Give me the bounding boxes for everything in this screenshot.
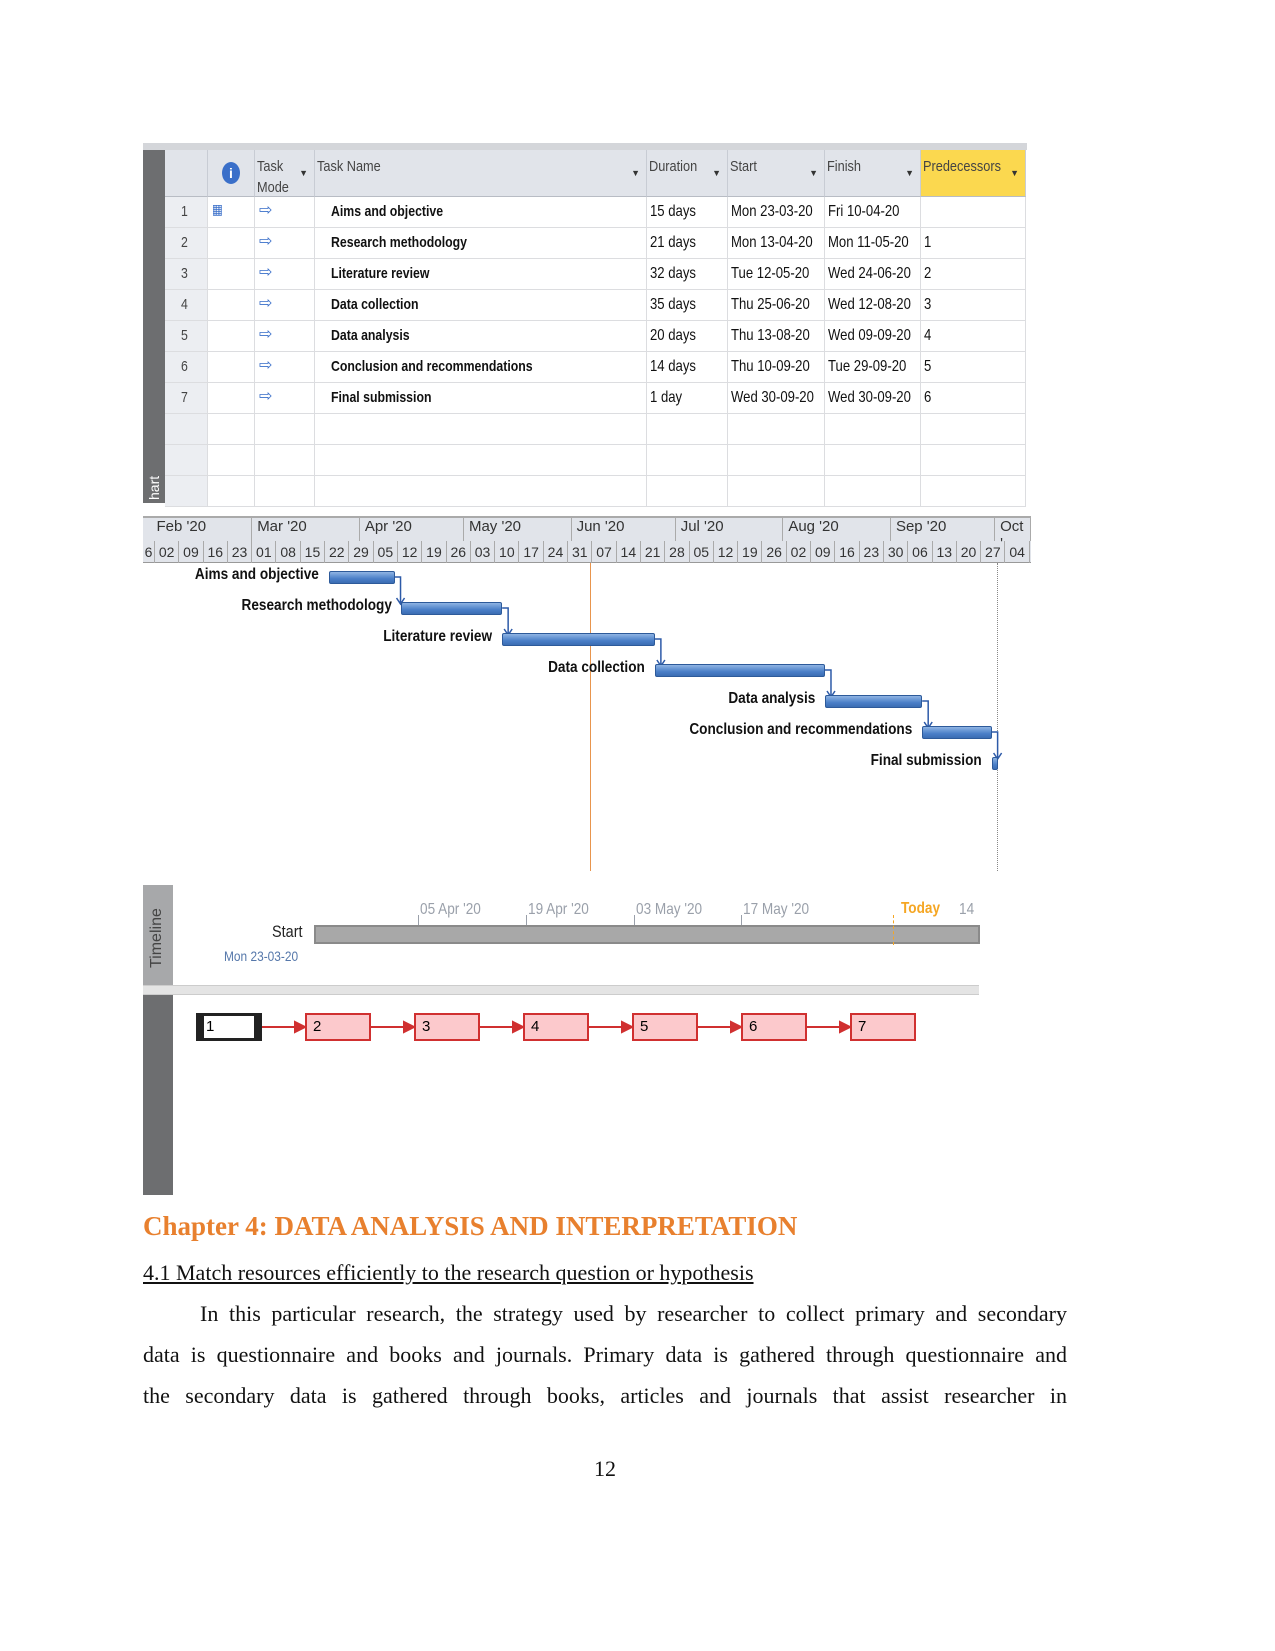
timeline-tick: 14 (959, 901, 975, 918)
timeline-start-label: Start (272, 922, 303, 941)
paragraph-line: the secondary data is gathered through b… (143, 1383, 1067, 1408)
network-node[interactable]: 4 (523, 1013, 589, 1041)
section-heading: 4.1 Match resources efficiently to the r… (143, 1260, 754, 1285)
timeline-tick: 19 Apr '20 (528, 901, 589, 918)
gantt-bar[interactable] (401, 602, 503, 615)
gantt-bar-label: Literature review (383, 628, 493, 645)
network-arrow (698, 1020, 744, 1034)
paragraph-line: In this particular research, the strateg… (200, 1301, 1067, 1326)
gantt-bar[interactable] (502, 633, 655, 646)
tick-mark (418, 915, 419, 925)
dependency-arrow (394, 576, 406, 606)
network-arrow (262, 1020, 308, 1034)
gantt-bar[interactable] (328, 571, 395, 584)
timeline-bar[interactable] (314, 925, 980, 944)
gantt-bar[interactable] (991, 757, 998, 770)
network-node[interactable]: 5 (632, 1013, 698, 1041)
network-node[interactable]: 2 (305, 1013, 371, 1041)
paragraph-line: data is questionnaire and books and jour… (143, 1342, 1067, 1367)
network-node[interactable]: 7 (850, 1013, 916, 1041)
gantt-bar-label: Aims and objective (194, 566, 319, 583)
dependency-arrow (824, 669, 836, 699)
network-node[interactable]: 6 (741, 1013, 807, 1041)
gantt-bar-label: Conclusion and recommendations (689, 721, 913, 738)
dependency-arrow (502, 607, 513, 637)
document-page: hart i Task Mode ▼ Task Name ▼ Duration ▼ S… (0, 0, 1275, 1651)
gantt-bar[interactable] (654, 664, 825, 677)
network-arrow (589, 1020, 635, 1034)
page-number: 12 (594, 1456, 616, 1481)
tick-mark (526, 915, 527, 925)
gantt-bar-label: Final submission (870, 752, 982, 769)
network-arrow (371, 1020, 417, 1034)
timeline-start-date: Mon 23-03-20 (224, 948, 299, 964)
tick-mark (741, 915, 742, 925)
dependency-links (394, 576, 1003, 761)
gantt-bar[interactable] (824, 695, 923, 708)
timeline-tick: 17 May '20 (743, 901, 810, 918)
timeline-side-label: Timeline (148, 908, 165, 968)
gantt-bar-label: Data collection (548, 659, 645, 676)
gantt-bar-label: Research methodology (241, 597, 392, 614)
dependency-arrow (922, 700, 933, 730)
chapter-heading: Chapter 4: DATA ANALYSIS AND INTERPRETAT… (143, 1211, 798, 1241)
today-marker (893, 915, 894, 945)
dependency-arrow (991, 731, 1003, 761)
network-node[interactable]: 3 (414, 1013, 480, 1041)
gantt-bar-label: Data analysis (728, 690, 815, 707)
timeline-tick: 03 May '20 (636, 901, 703, 918)
timeline-tick: 05 Apr '20 (420, 901, 481, 918)
gantt-bar[interactable] (922, 726, 992, 739)
network-arrow (807, 1020, 853, 1034)
dependency-arrow (654, 638, 666, 668)
network-node[interactable]: 1 (196, 1013, 262, 1041)
tick-mark (634, 915, 635, 925)
network-arrow (480, 1020, 526, 1034)
today-label: Today (901, 900, 941, 917)
